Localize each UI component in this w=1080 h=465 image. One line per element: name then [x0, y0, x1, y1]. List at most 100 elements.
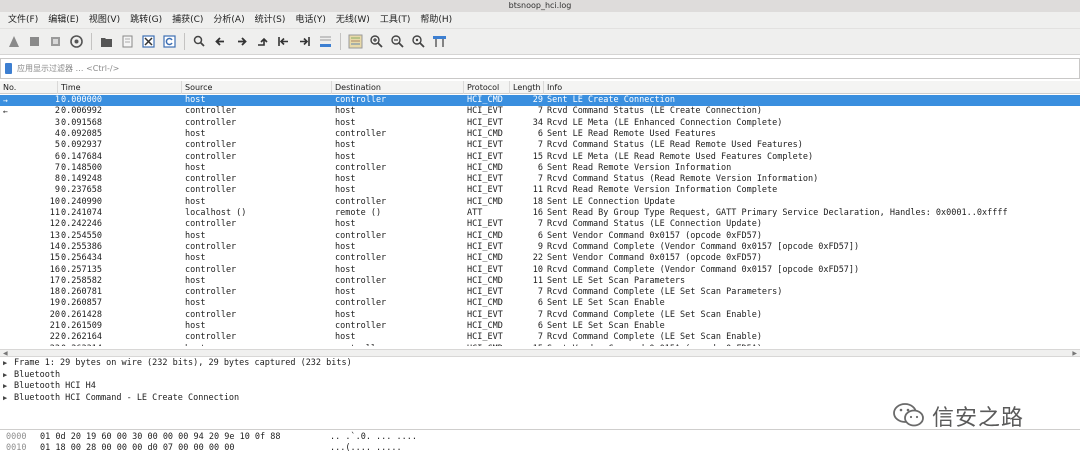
- detail-tree-item[interactable]: ▶ Frame 1: 29 bytes on wire (232 bits), 2…: [0, 358, 1080, 370]
- table-row[interactable]: 230.263314 hostcontrollerHCI_CMD15 Sent Ve…: [0, 344, 1080, 346]
- expand-arrow-icon[interactable]: ▶: [3, 370, 14, 382]
- detail-tree-item[interactable]: ▶ Bluetooth HCI H4: [0, 381, 1080, 393]
- capture-options-icon[interactable]: [67, 32, 86, 51]
- table-row[interactable]: 20 0.261428 controller host HCI_EVT 7 Rcvd Com…: [0, 310, 1080, 321]
- cell-no: 13: [49, 230, 60, 241]
- column-header-source[interactable]: Source: [182, 81, 332, 94]
- window-title: btsnoop_hci.log: [0, 0, 1080, 12]
- menu-item[interactable]: 工具(T): [375, 12, 416, 29]
- cell-time: 0.147684: [61, 151, 102, 162]
- go-to-packet-icon[interactable]: [253, 32, 272, 51]
- cell-src: controller: [185, 185, 237, 196]
- cell-info: Rcvd Command Complete (Vendor Command 0x…: [547, 241, 860, 252]
- filter-bookmark-icon[interactable]: [5, 63, 12, 74]
- expand-arrow-icon[interactable]: ▶: [3, 381, 14, 393]
- colorize-icon[interactable]: [346, 32, 365, 51]
- table-row[interactable]: 5 0.092937 controller host HCI_EVT 7 Rcvd Comm…: [0, 140, 1080, 151]
- menu-item[interactable]: 视图(V): [84, 12, 125, 29]
- table-row[interactable]: → 1 0.000000 host controller HCI_CMD 29 Sent LE…: [0, 95, 1080, 107]
- table-row[interactable]: 19 0.260857 host controller HCI_CMD 6 Sent LE …: [0, 298, 1080, 309]
- column-header-info[interactable]: Info: [544, 81, 1080, 94]
- table-row[interactable]: ← 2 0.006992 controller host HCI_EVT 7 Rcvd Com…: [0, 106, 1080, 117]
- table-row[interactable]: 12 0.242246 controller host HCI_EVT 7 Rcvd Com…: [0, 219, 1080, 230]
- zoom-out-icon[interactable]: [388, 32, 407, 51]
- start-capture-icon[interactable]: [4, 32, 23, 51]
- table-row[interactable]: 7 0.148500 host controller HCI_CMD 6 Sent Read…: [0, 163, 1080, 174]
- cell-src: host: [185, 275, 206, 286]
- hex-offset: 0000: [6, 432, 27, 442]
- cell-dst: host: [335, 185, 356, 196]
- menu-item[interactable]: 跳转(G): [125, 12, 167, 29]
- cell-no: 11: [49, 208, 60, 218]
- table-row[interactable]: 13 0.254550 host controller HCI_CMD 6 Sent Ven…: [0, 231, 1080, 242]
- menu-item[interactable]: 分析(A): [208, 12, 249, 29]
- zoom-in-icon[interactable]: [367, 32, 386, 51]
- watermark: 信安之路: [892, 400, 1072, 432]
- table-row[interactable]: 16 0.257135 controller host HCI_EVT 10 Rcvd Co…: [0, 265, 1080, 276]
- column-header-destination[interactable]: Destination: [332, 81, 464, 94]
- find-packet-icon[interactable]: [190, 32, 209, 51]
- detail-label: Frame 1: 29 bytes on wire (232 bits), 29…: [14, 358, 352, 368]
- zoom-normal-icon[interactable]: [409, 32, 428, 51]
- open-file-icon[interactable]: [97, 32, 116, 51]
- resize-columns-icon[interactable]: [430, 32, 449, 51]
- table-row[interactable]: 10 0.240990 host controller HCI_CMD 18 Sent LE…: [0, 197, 1080, 208]
- cell-info: Sent LE Set Scan Parameters: [547, 275, 686, 286]
- cell-time: 0.092085: [61, 128, 102, 139]
- table-row[interactable]: 3 0.091568 controller host HCI_EVT 34 Rcvd LE …: [0, 118, 1080, 129]
- cell-no: 17: [49, 275, 60, 286]
- column-header-time[interactable]: Time: [58, 81, 182, 94]
- table-row[interactable]: 22 0.262164 controller host HCI_EVT 7 Rcvd Com…: [0, 332, 1080, 343]
- menu-item[interactable]: 电话(Y): [290, 12, 331, 29]
- cell-dst: remote (): [335, 208, 382, 218]
- close-file-icon[interactable]: [139, 32, 158, 51]
- table-row[interactable]: 6 0.147684 controller host HCI_EVT 15 Rcvd LE …: [0, 152, 1080, 163]
- restart-capture-icon[interactable]: [46, 32, 65, 51]
- cell-proto: HCI_CMD: [467, 275, 503, 286]
- detail-tree-item[interactable]: ▶ Bluetooth: [0, 370, 1080, 382]
- menu-item[interactable]: 帮助(H): [415, 12, 457, 29]
- table-row[interactable]: 14 0.255386 controller host HCI_EVT 9 Rcvd Com…: [0, 242, 1080, 253]
- hex-dump-row[interactable]: 0000 01 0d 20 19 60 00 30 00 00 00 94 20 …: [0, 432, 1080, 443]
- table-row[interactable]: 15 0.256434 host controller HCI_CMD 22 Sent Ve…: [0, 253, 1080, 264]
- packet-list-hscrollbar[interactable]: ◀ ▶: [0, 349, 1080, 357]
- column-header-length[interactable]: Length: [510, 81, 544, 94]
- table-row[interactable]: 4 0.092085 host controller HCI_CMD 6 Sent LE R…: [0, 129, 1080, 140]
- table-row[interactable]: 8 0.149248 controller host HCI_EVT 7 Rcvd Comm…: [0, 174, 1080, 185]
- table-row[interactable]: 17 0.258582 host controller HCI_CMD 11 Sent LE…: [0, 276, 1080, 287]
- menu-item[interactable]: 统计(S): [250, 12, 291, 29]
- save-file-icon[interactable]: [118, 32, 137, 51]
- table-row[interactable]: 9 0.237658 controller host HCI_EVT 11 Rcvd Rea…: [0, 185, 1080, 196]
- cell-info: Sent Vendor Command 0x0157 (opcode 0xFD5…: [547, 230, 762, 241]
- autoscroll-icon[interactable]: [316, 32, 335, 51]
- cell-len: 7: [537, 140, 543, 151]
- menu-item[interactable]: 文件(F): [3, 12, 43, 29]
- expand-arrow-icon[interactable]: ▶: [3, 393, 14, 405]
- menu-item[interactable]: 无线(W): [331, 12, 375, 29]
- go-forward-icon[interactable]: [232, 32, 251, 51]
- scroll-left-icon[interactable]: ◀: [3, 350, 8, 357]
- cell-dst: controller: [335, 321, 387, 331]
- cell-no: 23: [0, 344, 60, 346]
- scroll-right-icon[interactable]: ▶: [1072, 350, 1077, 357]
- hex-dump-row[interactable]: 0010 01 18 00 28 00 00 00 d0 07 00 00 00 …: [0, 443, 1080, 454]
- column-header-protocol[interactable]: Protocol: [464, 81, 510, 94]
- packet-list[interactable]: → 1 0.000000 host controller HCI_CMD 29 Sent LE…: [0, 95, 1080, 346]
- go-first-packet-icon[interactable]: [274, 32, 293, 51]
- column-header-no[interactable]: No.: [0, 81, 58, 94]
- table-row[interactable]: 11 0.241074 localhost () remote () ATT 16 Sent…: [0, 208, 1080, 219]
- cell-src: controller: [185, 106, 237, 117]
- expand-arrow-icon[interactable]: ▶: [3, 358, 14, 370]
- table-row[interactable]: 21 0.261509 host controller HCI_CMD 6 Sent LE …: [0, 321, 1080, 332]
- cell-proto: HCI_EVT: [467, 219, 503, 230]
- menu-item[interactable]: 捕获(C): [167, 12, 208, 29]
- table-row[interactable]: 18 0.260781 controller host HCI_EVT 7 Rcvd Com…: [0, 287, 1080, 298]
- reload-file-icon[interactable]: [160, 32, 179, 51]
- cell-src: controller: [185, 309, 237, 320]
- go-last-packet-icon[interactable]: [295, 32, 314, 51]
- display-filter-input[interactable]: [17, 64, 417, 73]
- menu-item[interactable]: 编辑(E): [43, 12, 84, 29]
- go-back-icon[interactable]: [211, 32, 230, 51]
- stop-capture-icon[interactable]: [25, 32, 44, 51]
- cell-src: controller: [185, 332, 237, 343]
